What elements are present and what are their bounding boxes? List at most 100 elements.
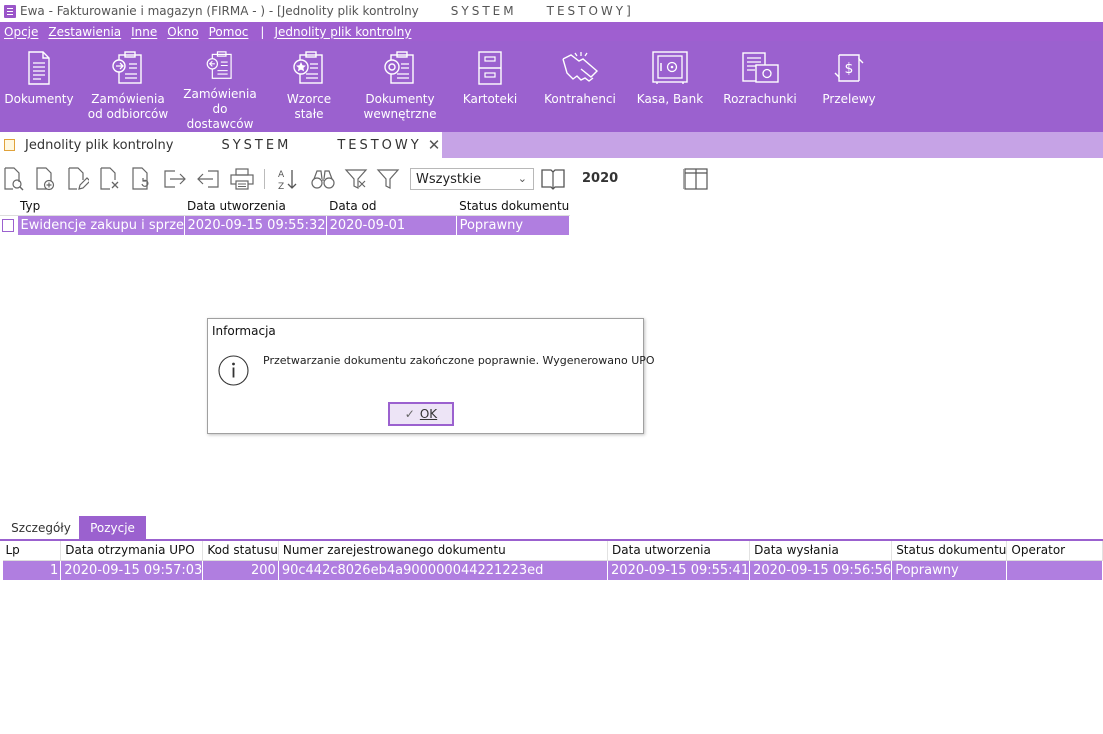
columns-icon[interactable] [683, 166, 709, 192]
cell-data-utworzenia: 2020-09-15 09:55:41 [607, 560, 751, 580]
ribbon-przelewy[interactable]: $ Przelewy [804, 41, 894, 132]
tab-jednolity-plik[interactable]: Jednolity plik kontrolny SYSTEM TESTOWY … [0, 132, 442, 158]
cell-data-wyslania: 2020-09-15 09:56:56 [749, 560, 893, 580]
grid-header-numer[interactable]: Numer zarejestrowanego dokumentu [278, 541, 609, 561]
menu-inne[interactable]: Inne [131, 25, 157, 39]
window-title-testowy: TESTOWY] [546, 4, 634, 18]
cell-numer: 90c442c8026eb4a900000044221223ed [278, 560, 609, 580]
dialog-message: Przetwarzanie dokumentu zakończone popra… [263, 354, 655, 367]
document-tabstrip: Jednolity plik kontrolny SYSTEM TESTOWY … [0, 132, 1103, 158]
ribbon-kontrahenci[interactable]: Kontrahenci [536, 41, 624, 132]
table-row[interactable]: 1 2020-09-15 09:57:03 200 90c442c8026eb4… [0, 560, 1103, 580]
grid-header-data-od[interactable]: Data od [326, 197, 457, 216]
ribbon-label: Kasa, Bank [636, 92, 704, 106]
filter-icon[interactable] [375, 166, 401, 192]
print-icon[interactable] [229, 166, 255, 192]
close-icon[interactable]: ✕ [428, 136, 441, 154]
checkbox[interactable] [2, 218, 14, 232]
table-row[interactable]: Ewidencje zakupu i sprzedaży 2020-09-15 … [0, 215, 570, 235]
binoculars-icon[interactable] [310, 166, 336, 192]
ok-button[interactable]: ✓ OK [388, 402, 454, 426]
grid-header-status[interactable]: Status dokumentu [891, 541, 1008, 561]
grid-header-typ[interactable]: Typ [17, 197, 184, 216]
cell-status: Poprawny [891, 560, 1008, 580]
bottom-tabs: Szczegóły Pozycje [0, 516, 1103, 541]
year-value[interactable]: 2020 [582, 171, 618, 186]
grid-header-data-utworzenia[interactable]: Data utworzenia [184, 197, 327, 216]
add-document-icon[interactable] [33, 166, 59, 192]
upo-grid: Lp Data otrzymania UPO Kod statusu Numer… [0, 541, 1103, 580]
menu-separator: | [260, 24, 265, 39]
preview-icon[interactable] [1, 166, 27, 192]
order-out-icon [206, 51, 232, 79]
menu-bar: Opcje Zestawienia Inne Okno Pomoc | Jedn… [0, 22, 1103, 41]
grid-header-kod-statusu[interactable]: Kod statusu [202, 541, 279, 561]
ribbon-wzorce[interactable]: Wzorce stałe [262, 41, 356, 132]
window-titlebar: Ewa - Fakturowanie i magazyn (FIRMA - ) … [0, 0, 1103, 22]
refresh-document-icon[interactable] [129, 166, 155, 192]
ribbon-label: Kartoteki [462, 92, 518, 106]
tab-pozycje[interactable]: Pozycje [79, 516, 146, 540]
safe-icon [652, 51, 688, 84]
cell-operator [1006, 560, 1103, 580]
export-icon[interactable] [162, 166, 188, 192]
toolbar-divider [264, 169, 265, 189]
ribbon-zamowienia-do[interactable]: Zamówienia do dostawców [178, 41, 262, 132]
ribbon-dokumenty-wewnetrzne[interactable]: Dokumenty wewnętrzne [356, 41, 444, 132]
ribbon-rozrachunki[interactable]: Rozrachunki [716, 41, 804, 132]
ribbon-dokumenty[interactable]: Dokumenty [0, 41, 78, 132]
grid-header-row: Lp Data otrzymania UPO Kod statusu Numer… [1, 541, 1103, 561]
ribbon-label: Zamówienia do dostawców [183, 87, 257, 131]
grid-header-row: Typ Data utworzenia Data od Status dokum… [0, 197, 570, 216]
grid-header-operator[interactable]: Operator [1006, 541, 1103, 561]
grid-header-data-wyslania[interactable]: Data wysłania [749, 541, 893, 561]
edit-document-icon[interactable] [65, 166, 91, 192]
book-icon[interactable] [540, 166, 566, 192]
menu-opcje[interactable]: Opcje [4, 25, 38, 39]
sort-az-icon[interactable]: AZ [275, 166, 301, 192]
filter-select[interactable]: Wszystkie ⌄ [410, 168, 534, 190]
cell-data-otrzymania: 2020-09-15 09:57:03 [60, 560, 204, 580]
window-title: Ewa - Fakturowanie i magazyn (FIRMA - ) … [20, 4, 419, 18]
info-icon [218, 355, 249, 386]
grid-header-check [0, 197, 17, 216]
tab-szczegoly[interactable]: Szczegóły [8, 516, 74, 540]
filter-clear-icon[interactable] [343, 166, 369, 192]
import-icon[interactable] [195, 166, 221, 192]
svg-text:$: $ [845, 61, 854, 77]
cell-kod-statusu: 200 [202, 560, 279, 580]
ribbon: Dokumenty Zamówienia od odbiorców Zamówi… [0, 41, 1103, 132]
toolbar: AZ Wszystkie ⌄ 2020 [0, 162, 760, 194]
internal-doc-icon [384, 51, 414, 84]
menu-zestawienia[interactable]: Zestawienia [48, 25, 121, 39]
menu-okno[interactable]: Okno [167, 25, 198, 39]
document-tab-icon [4, 139, 15, 151]
menu-pomoc[interactable]: Pomoc [209, 25, 249, 39]
ribbon-kasa-bank[interactable]: Kasa, Bank [624, 41, 716, 132]
tab-system-label: SYSTEM [221, 137, 292, 153]
grid-header-status[interactable]: Status dokumentu [456, 197, 570, 216]
ribbon-label: Rozrachunki [723, 92, 797, 106]
order-in-icon [112, 51, 142, 84]
svg-text:A: A [278, 170, 285, 180]
ok-button-label: OK [419, 407, 438, 421]
cell-typ: Ewidencje zakupu i sprzedaży [17, 215, 185, 235]
app-icon [4, 4, 16, 18]
settlements-icon [742, 52, 779, 83]
grid-header-lp[interactable]: Lp [1, 541, 62, 561]
menu-jednolity-plik[interactable]: Jednolity plik kontrolny [274, 25, 411, 39]
grid-header-data-otrzymania[interactable]: Data otrzymania UPO [60, 541, 204, 561]
grid-header-data-utworzenia[interactable]: Data utworzenia [607, 541, 751, 561]
svg-text:Z: Z [278, 182, 284, 191]
ribbon-label: Wzorce stałe [286, 92, 332, 121]
ribbon-label: Dokumenty [4, 92, 74, 106]
filter-select-value: Wszystkie [416, 171, 482, 187]
ribbon-zamowienia-od[interactable]: Zamówienia od odbiorców [78, 41, 178, 132]
ribbon-label: Przelewy [822, 92, 876, 106]
delete-document-icon[interactable] [97, 166, 123, 192]
ribbon-kartoteki[interactable]: Kartoteki [444, 41, 536, 132]
ribbon-label: Kontrahenci [544, 92, 616, 106]
ribbon-label: Zamówienia od odbiorców [87, 92, 169, 121]
info-dialog: Informacja Przetwarzanie dokumentu zakoń… [207, 318, 655, 434]
row-checkbox[interactable] [0, 215, 18, 235]
